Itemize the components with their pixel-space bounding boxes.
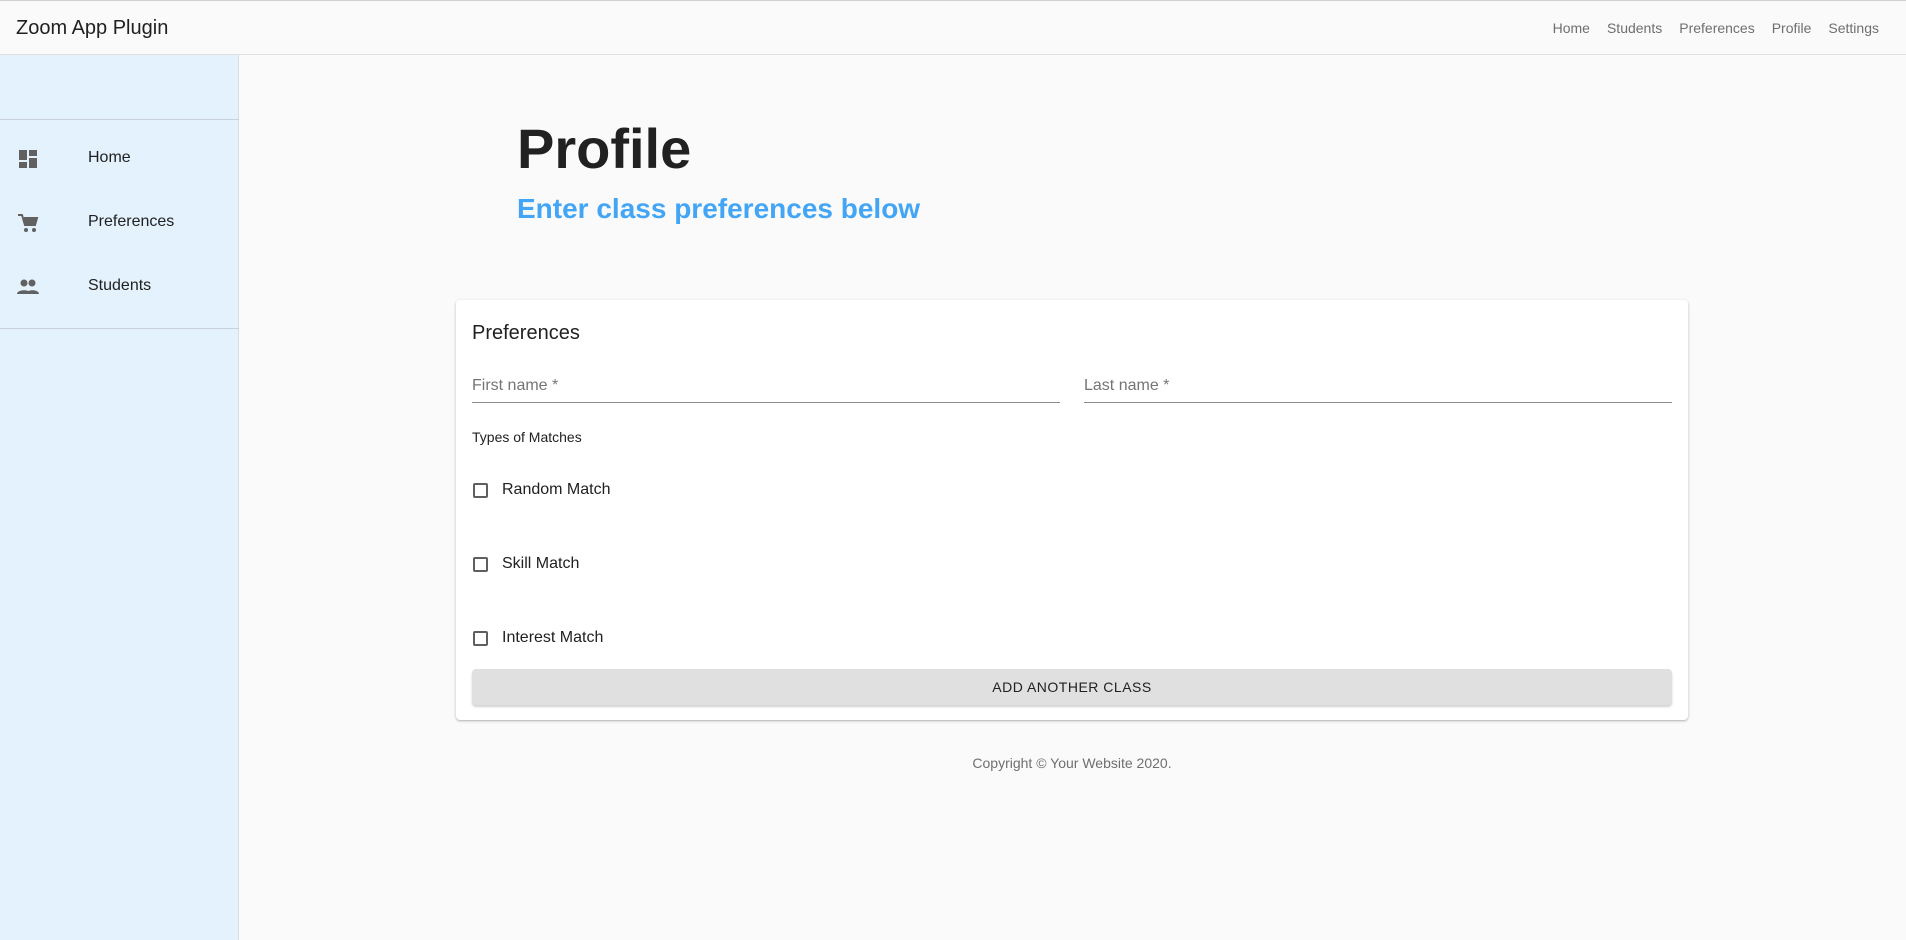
checkbox-label: Skill Match xyxy=(502,555,580,572)
sidebar-item-label: Students xyxy=(88,277,152,294)
topnav-profile-link[interactable]: Profile xyxy=(1772,20,1812,36)
sidebar-item-label: Preferences xyxy=(88,213,175,230)
checkbox-icon xyxy=(473,631,488,646)
topnav-home-link[interactable]: Home xyxy=(1553,20,1590,36)
checkbox-label: Random Match xyxy=(502,481,611,498)
sidebar-item-students[interactable]: Students xyxy=(0,263,239,311)
sidebar-divider-bottom xyxy=(0,328,239,329)
topnav-preferences-link[interactable]: Preferences xyxy=(1679,20,1754,36)
match-types-label: Types of Matches xyxy=(472,429,582,445)
add-another-class-button[interactable]: ADD ANOTHER CLASS xyxy=(472,669,1672,705)
sidebar-item-label: Home xyxy=(88,149,131,166)
card-title: Preferences xyxy=(472,322,580,344)
app-title: Zoom App Plugin xyxy=(16,17,169,39)
page-subtitle: Enter class preferences below xyxy=(517,193,921,224)
checkbox-label: Interest Match xyxy=(502,629,604,646)
checkbox-icon xyxy=(473,557,488,572)
last-name-placeholder: Last name * xyxy=(1084,377,1170,394)
top-nav: Home Students Preferences Profile Settin… xyxy=(1553,20,1879,36)
page-title: Profile xyxy=(517,117,692,180)
sidebar-item-home[interactable]: Home xyxy=(0,135,239,183)
people-icon xyxy=(17,277,39,297)
dashboard-icon xyxy=(17,149,39,169)
sidebar: Home Preferences Students xyxy=(0,55,239,940)
preferences-card: Preferences First name * Last name * Typ… xyxy=(456,300,1688,720)
last-name-field[interactable]: Last name * xyxy=(1084,368,1672,403)
footer-copyright: Copyright © Your Website 2020. xyxy=(972,755,1172,771)
first-name-placeholder: First name * xyxy=(472,377,559,394)
app-bar: Zoom App Plugin Home Students Preference… xyxy=(0,0,1906,55)
topnav-settings-link[interactable]: Settings xyxy=(1828,20,1879,36)
sidebar-divider-top xyxy=(0,119,239,120)
topnav-students-link[interactable]: Students xyxy=(1607,20,1662,36)
first-name-field[interactable]: First name * xyxy=(472,368,1060,403)
sidebar-item-preferences[interactable]: Preferences xyxy=(0,199,239,247)
cart-icon xyxy=(17,213,39,233)
checkbox-icon xyxy=(473,483,488,498)
